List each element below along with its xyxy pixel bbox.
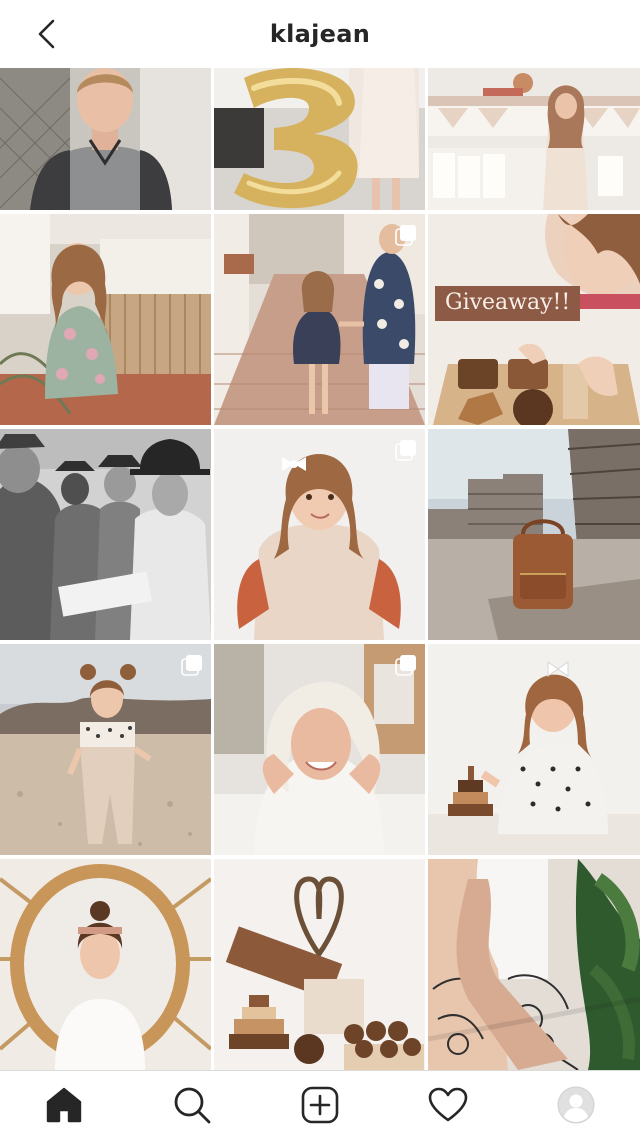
multiple-photos-icon bbox=[181, 655, 202, 676]
top-nav-bar: klajean bbox=[0, 0, 640, 68]
boy-portrait-image bbox=[0, 68, 211, 210]
post-thumbnail[interactable] bbox=[214, 859, 425, 1070]
grandma-smile-image bbox=[214, 644, 425, 855]
kids-walking-image bbox=[214, 214, 425, 425]
bottom-tab-bar bbox=[0, 1070, 640, 1138]
girl-porch-image bbox=[0, 214, 211, 425]
tab-search[interactable] bbox=[168, 1081, 216, 1129]
party-girl-image bbox=[428, 68, 640, 210]
giveaway-caption: Giveaway!! bbox=[435, 286, 581, 321]
post-thumbnail[interactable] bbox=[0, 429, 211, 640]
tab-new-post[interactable] bbox=[296, 1081, 344, 1129]
backpack-lumber-image bbox=[428, 429, 640, 640]
home-icon bbox=[46, 1087, 82, 1122]
sloss-toys-image bbox=[214, 859, 425, 1070]
multiple-photos-icon bbox=[395, 225, 416, 246]
chevron-left-icon bbox=[38, 19, 55, 49]
post-thumbnail[interactable] bbox=[214, 214, 425, 425]
tab-home[interactable] bbox=[40, 1081, 88, 1129]
multiple-photos-icon bbox=[395, 655, 416, 676]
photo-grid: Giveaway!! bbox=[0, 68, 640, 1070]
mirror-woman-image bbox=[0, 859, 211, 1070]
profile-username-title: klajean bbox=[269, 20, 371, 48]
multiple-photos-icon bbox=[395, 440, 416, 461]
post-thumbnail[interactable] bbox=[428, 859, 640, 1070]
post-thumbnail[interactable] bbox=[0, 68, 211, 210]
post-thumbnail[interactable] bbox=[214, 644, 425, 855]
tab-activity[interactable] bbox=[424, 1081, 472, 1129]
gold-balloon-image bbox=[214, 68, 425, 210]
tattoo-arm-image bbox=[428, 859, 640, 1070]
girl-bow-image bbox=[214, 429, 425, 640]
post-thumbnail[interactable] bbox=[428, 644, 640, 855]
heart-icon bbox=[428, 1087, 468, 1121]
post-thumbnail[interactable] bbox=[428, 429, 640, 640]
add-post-icon bbox=[301, 1086, 339, 1123]
toddler-field-image bbox=[0, 644, 211, 855]
post-thumbnail[interactable] bbox=[428, 68, 640, 210]
post-thumbnail[interactable] bbox=[0, 644, 211, 855]
post-thumbnail[interactable] bbox=[214, 429, 425, 640]
military-photo-image bbox=[0, 429, 211, 640]
post-thumbnail[interactable] bbox=[0, 214, 211, 425]
search-icon bbox=[174, 1087, 211, 1123]
profile-avatar-icon bbox=[557, 1086, 595, 1123]
post-thumbnail[interactable]: Giveaway!! bbox=[428, 214, 640, 425]
tab-profile[interactable] bbox=[552, 1081, 600, 1129]
back-button[interactable] bbox=[26, 14, 66, 54]
post-thumbnail[interactable] bbox=[214, 68, 425, 210]
post-thumbnail[interactable] bbox=[0, 859, 211, 1070]
girl-stacking-image bbox=[428, 644, 640, 855]
